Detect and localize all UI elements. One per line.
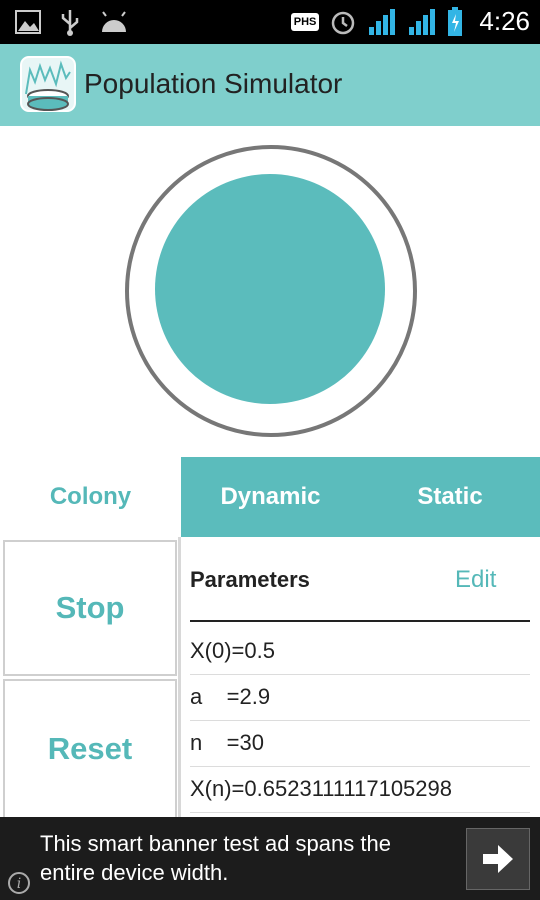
status-bar: PHS 4:26 [0, 0, 540, 44]
parameters-heading: Parameters [190, 567, 310, 592]
ad-text[interactable]: This smart banner test ad spans the enti… [40, 829, 450, 887]
status-left-icons [14, 8, 130, 36]
signal-3g-icon [409, 8, 436, 35]
app-logo-icon[interactable] [20, 56, 76, 112]
stop-button[interactable]: Stop [3, 540, 177, 676]
arrow-right-icon [483, 845, 513, 873]
colony-disk [155, 174, 385, 404]
param-row-xn: X(n)=0.6523111117105298 [190, 766, 530, 813]
android-icon [102, 11, 126, 32]
usb-icon [61, 10, 79, 36]
image-icon [15, 10, 41, 34]
signal-icon [369, 8, 396, 35]
edit-parameters-button[interactable]: Edit [455, 566, 496, 594]
action-bar: Population Simulator [0, 44, 540, 126]
clock: 4:26 [479, 6, 530, 36]
tab-bar: Colony Dynamic Static [0, 457, 540, 537]
alarm-icon [332, 11, 355, 34]
param-row-a: a =2.9 [190, 674, 530, 721]
status-right-icons: PHS 4:26 [290, 6, 530, 37]
ad-banner[interactable]: This smart banner test ad spans the enti… [0, 817, 540, 900]
reset-button[interactable]: Reset [3, 679, 177, 819]
app-title: Population Simulator [84, 68, 343, 99]
ad-arrow-button[interactable] [466, 828, 530, 890]
info-icon[interactable]: i [8, 872, 30, 894]
parameters-divider [190, 620, 530, 622]
param-row-x0: X(0)=0.5 [190, 628, 530, 675]
param-row-n: n =30 [190, 720, 530, 767]
vertical-divider [178, 537, 181, 820]
battery-icon [448, 6, 463, 36]
tab-static[interactable]: Static [360, 457, 540, 537]
phs-indicator: PHS [290, 12, 320, 31]
tab-colony[interactable]: Colony [0, 457, 181, 537]
tab-dynamic[interactable]: Dynamic [181, 457, 360, 537]
